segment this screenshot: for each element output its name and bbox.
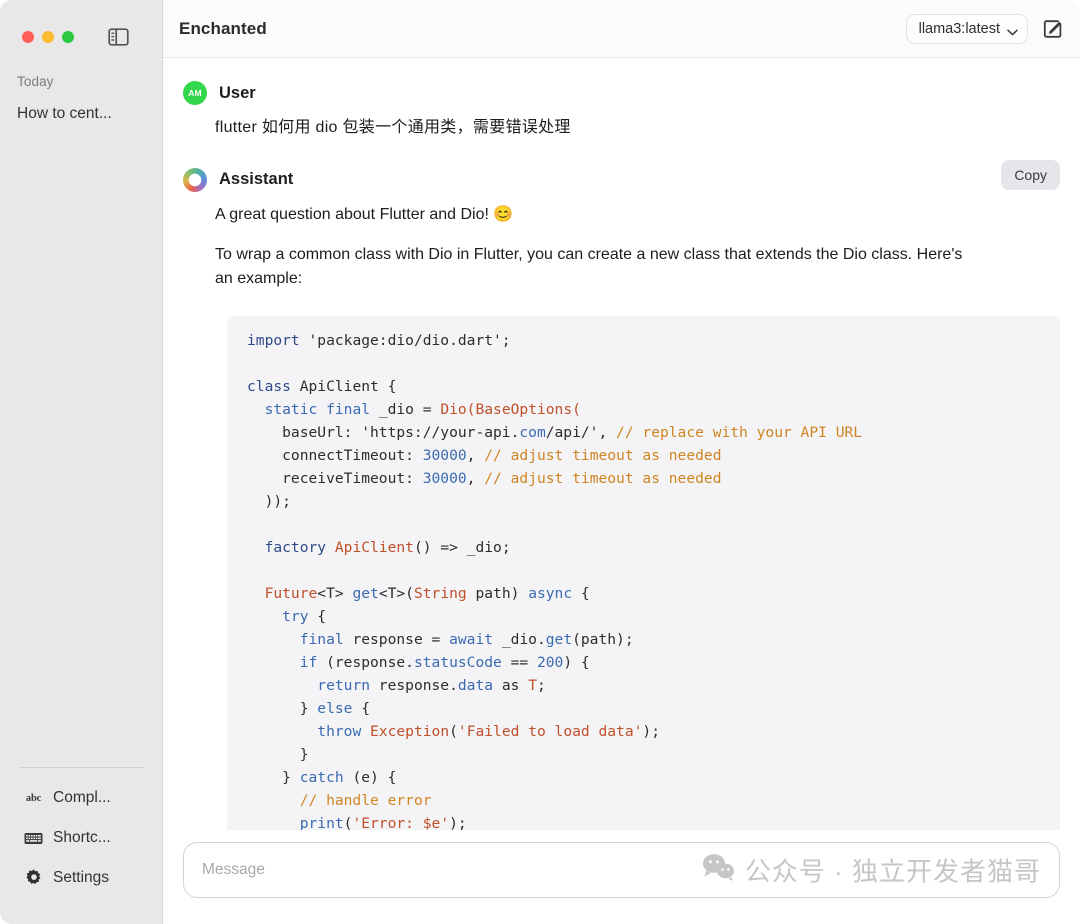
message-header: Assistant Copy <box>183 159 1060 192</box>
sidebar-item-shortcuts[interactable]: Shortc... <box>0 818 162 858</box>
sidebar-item-completions[interactable]: abc Compl... <box>0 778 162 818</box>
close-window-button[interactable] <box>22 31 34 43</box>
avatar: AM <box>183 81 207 105</box>
model-selector-value: llama3:latest <box>918 20 1000 37</box>
abc-spellcheck-icon: abc <box>25 792 42 804</box>
code-block[interactable]: import 'package:dio/dio.dart'; class Api… <box>227 316 1060 830</box>
minimize-window-button[interactable] <box>42 31 54 43</box>
window-controls <box>0 0 162 52</box>
composer-area: 公众号 · 独立开发者猫哥 <box>163 830 1080 924</box>
assistant-paragraph: A great question about Flutter and Dio! … <box>215 205 514 223</box>
message-role: User <box>219 83 256 102</box>
message-composer[interactable]: 公众号 · 独立开发者猫哥 <box>183 842 1060 898</box>
message-body: A great question about Flutter and Dio! … <box>183 192 1060 830</box>
model-selector[interactable]: llama3:latest <box>905 13 1028 44</box>
assistant-paragraph: To wrap a common class with Dio in Flutt… <box>215 245 963 288</box>
sidebar-item-label: Compl... <box>53 789 111 806</box>
page-title: Enchanted <box>179 18 267 38</box>
chevron-down-icon <box>1007 24 1018 35</box>
sidebar-item-settings[interactable]: Settings <box>0 858 162 898</box>
gear-icon <box>24 869 43 887</box>
maximize-window-button[interactable] <box>62 31 74 43</box>
message-text: flutter 如何用 dio 包装一个通用类，需要错误处理 <box>215 119 571 136</box>
conversation-thread[interactable]: AM User flutter 如何用 dio 包装一个通用类，需要错误处理 A… <box>163 58 1080 830</box>
titlebar: Enchanted llama3:latest <box>163 0 1080 58</box>
sidebar-toggle-icon[interactable] <box>108 28 129 46</box>
message-header: AM User <box>183 76 1060 105</box>
chat-list: How to cent... <box>0 89 162 127</box>
sidebar-item-label: Settings <box>53 869 110 886</box>
avatar <box>183 167 207 192</box>
message-body: flutter 如何用 dio 包装一个通用类，需要错误处理 <box>183 105 1060 141</box>
sidebar: Today How to cent... abc Compl... Shortc… <box>0 0 163 924</box>
main-panel: Enchanted llama3:latest AM User flutter … <box>163 0 1080 924</box>
message-input[interactable] <box>202 843 1041 897</box>
sidebar-bottom-menu: abc Compl... Shortc... Settings <box>0 768 162 924</box>
app-window: Today How to cent... abc Compl... Shortc… <box>0 0 1080 924</box>
message-role: Assistant <box>219 170 294 189</box>
chat-list-item[interactable]: How to cent... <box>0 101 162 127</box>
sidebar-item-label: Shortc... <box>53 829 111 846</box>
sidebar-section-label: Today <box>17 74 54 89</box>
keyboard-icon <box>24 830 43 847</box>
message-assistant: Assistant Copy A great question about Fl… <box>163 159 1080 830</box>
titlebar-actions: llama3:latest <box>905 13 1066 44</box>
compose-new-chat-icon[interactable] <box>1040 16 1066 42</box>
copy-button[interactable]: Copy <box>1001 159 1060 190</box>
message-user: AM User flutter 如何用 dio 包装一个通用类，需要错误处理 <box>163 76 1080 141</box>
